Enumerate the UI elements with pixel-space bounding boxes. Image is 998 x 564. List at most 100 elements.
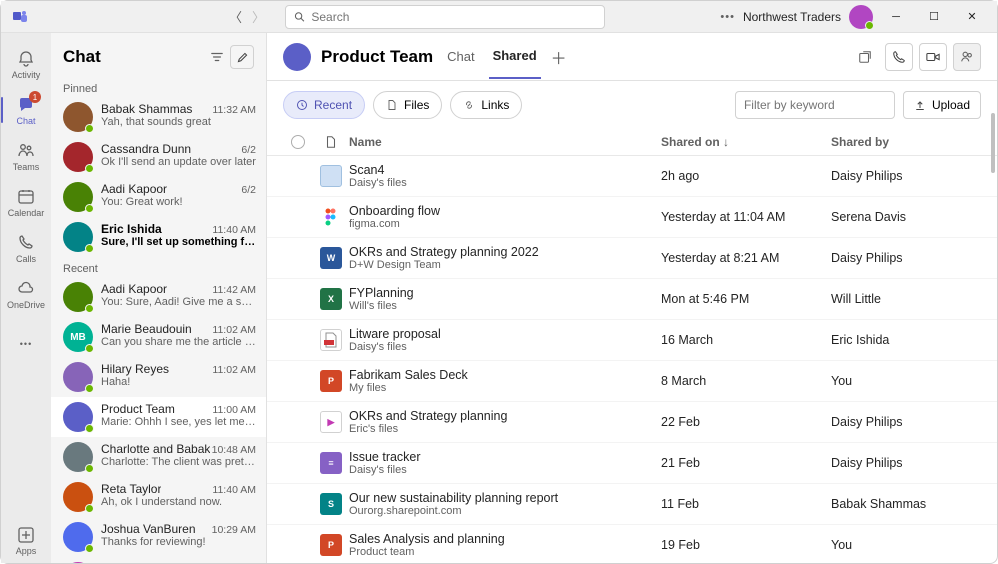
chat-name: Cassandra Dunn <box>101 142 191 156</box>
file-type-icon <box>313 165 349 187</box>
file-date: 21 Feb <box>661 456 831 470</box>
file-row[interactable]: Onboarding flowfigma.comYesterday at 11:… <box>267 197 997 238</box>
rail-more[interactable]: ••• <box>1 321 51 367</box>
minimize-button[interactable]: ─ <box>881 2 911 32</box>
bell-icon <box>16 49 36 69</box>
avatar <box>63 442 93 472</box>
file-row[interactable]: PSales Analysis and planningProduct team… <box>267 525 997 563</box>
file-list[interactable]: Scan4Daisy's files2h agoDaisy PhilipsOnb… <box>267 156 997 563</box>
filter-icon[interactable] <box>210 50 224 64</box>
back-button[interactable]: 〈 <box>229 7 242 26</box>
chat-item[interactable]: Product Team11:00 AMMarie: Ohhh I see, y… <box>51 397 266 437</box>
file-location: Daisy's files <box>349 341 661 353</box>
col-shared-on[interactable]: Shared on ↓ <box>661 135 831 149</box>
file-type-icon: ≡ <box>313 452 349 474</box>
chat-time: 11:00 AM <box>212 404 256 416</box>
chat-list-pane: Chat Pinned Babak Shammas11:32 AMYah, th… <box>51 33 267 563</box>
col-shared-by[interactable]: Shared by <box>831 135 981 149</box>
chat-time: 11:02 AM <box>212 324 256 336</box>
file-type-icon: ▶ <box>313 411 349 433</box>
rail-calendar[interactable]: Calendar <box>1 179 51 225</box>
pill-links[interactable]: Links <box>450 91 522 119</box>
rail-calls[interactable]: Calls <box>1 225 51 271</box>
tab-chat[interactable]: Chat <box>443 35 478 78</box>
conv-title: Product Team <box>321 47 433 67</box>
file-row[interactable]: ▶OKRs and Strategy planningEric's files2… <box>267 402 997 443</box>
link-icon <box>463 99 475 111</box>
col-name[interactable]: Name <box>349 135 661 149</box>
chat-item[interactable]: DFDaichi Fukuda10:20 AMYou: Thank you!! <box>51 557 266 563</box>
chat-name: Marie Beaudouin <box>101 322 192 336</box>
file-date: Mon at 5:46 PM <box>661 292 831 306</box>
file-row[interactable]: WOKRs and Strategy planning 2022D+W Desi… <box>267 238 997 279</box>
file-shared-by: Eric Ishida <box>831 333 981 347</box>
file-date: Yesterday at 8:21 AM <box>661 251 831 265</box>
chat-item[interactable]: Babak Shammas11:32 AMYah, that sounds gr… <box>51 97 266 137</box>
file-type-icon: W <box>313 247 349 269</box>
chat-time: 10:48 AM <box>212 444 256 456</box>
filter-input[interactable] <box>744 98 886 112</box>
forward-button[interactable]: 〉 <box>252 7 265 26</box>
file-row[interactable]: ≡Issue trackerDaisy's files21 FebDaisy P… <box>267 443 997 484</box>
chat-item[interactable]: Charlotte and Babak10:48 AMCharlotte: Th… <box>51 437 266 477</box>
chat-item[interactable]: Joshua VanBuren10:29 AMThanks for review… <box>51 517 266 557</box>
chat-item[interactable]: Cassandra Dunn6/2Ok I'll send an update … <box>51 137 266 177</box>
scrollbar[interactable] <box>991 113 995 173</box>
calendar-icon <box>16 187 36 207</box>
audio-call-button[interactable] <box>885 43 913 71</box>
chat-item[interactable]: Aadi Kapoor11:42 AMYou: Sure, Aadi! Give… <box>51 277 266 317</box>
file-shared-by: Daisy Philips <box>831 456 981 470</box>
pill-recent[interactable]: Recent <box>283 91 365 119</box>
more-icon[interactable]: ••• <box>720 11 735 23</box>
file-shared-by: Will Little <box>831 292 981 306</box>
chat-item[interactable]: Hilary Reyes11:02 AMHaha! <box>51 357 266 397</box>
sort-descending-icon: ↓ <box>723 135 729 149</box>
chat-preview: Ok I'll send an update over later <box>101 156 256 168</box>
avatar: DF <box>63 562 93 563</box>
tab-shared[interactable]: Shared <box>489 34 541 79</box>
rail-activity[interactable]: Activity <box>1 41 51 87</box>
close-button[interactable]: ✕ <box>957 2 987 32</box>
avatar <box>63 402 93 432</box>
popout-button[interactable] <box>851 43 879 71</box>
chat-time: 10:29 AM <box>212 524 256 536</box>
search-input[interactable] <box>311 10 596 24</box>
file-row[interactable]: SOur new sustainability planning reportO… <box>267 484 997 525</box>
maximize-button[interactable]: ☐ <box>919 2 949 32</box>
rail-apps[interactable]: Apps <box>1 517 51 563</box>
video-call-button[interactable] <box>919 43 947 71</box>
file-row[interactable]: Scan4Daisy's files2h agoDaisy Philips <box>267 156 997 197</box>
file-type-icon: X <box>313 288 349 310</box>
file-name: FYPlanning <box>349 286 661 300</box>
pill-files[interactable]: Files <box>373 91 442 119</box>
add-tab-button[interactable]: ＋ <box>551 45 567 69</box>
conv-avatar <box>283 43 311 71</box>
chat-item[interactable]: Reta Taylor11:40 AMAh, ok I understand n… <box>51 477 266 517</box>
file-row[interactable]: PFabrikam Sales DeckMy files8 MarchYou <box>267 361 997 402</box>
chat-item[interactable]: MBMarie Beaudouin11:02 AMCan you share m… <box>51 317 266 357</box>
upload-button[interactable]: Upload <box>903 91 981 119</box>
chat-preview: Can you share me the article link? <box>101 336 256 348</box>
search-icon <box>294 11 305 23</box>
search-box[interactable] <box>285 5 605 29</box>
chat-item[interactable]: Eric Ishida11:40 AMSure, I'll set up som… <box>51 217 266 257</box>
people-button[interactable] <box>953 43 981 71</box>
rail-teams[interactable]: Teams <box>1 133 51 179</box>
main-pane: Product Team Chat Shared ＋ Recent Files … <box>267 33 997 563</box>
select-all-checkbox[interactable] <box>291 135 305 149</box>
new-chat-button[interactable] <box>230 45 254 69</box>
org-name: Northwest Traders <box>743 10 841 24</box>
file-row[interactable]: XFYPlanningWill's filesMon at 5:46 PMWil… <box>267 279 997 320</box>
filter-input-box[interactable] <box>735 91 895 119</box>
file-name: OKRs and Strategy planning 2022 <box>349 245 661 259</box>
chat-name: Babak Shammas <box>101 102 192 116</box>
file-date: 16 March <box>661 333 831 347</box>
rail-onedrive[interactable]: OneDrive <box>1 271 51 317</box>
rail-chat[interactable]: Chat1 <box>1 87 51 133</box>
file-location: My files <box>349 382 661 394</box>
file-shared-by: Daisy Philips <box>831 415 981 429</box>
file-location: Daisy's files <box>349 464 661 476</box>
file-row[interactable]: Litware proposalDaisy's files16 MarchEri… <box>267 320 997 361</box>
chat-item[interactable]: Aadi Kapoor6/2You: Great work! <box>51 177 266 217</box>
user-avatar[interactable] <box>849 5 873 29</box>
